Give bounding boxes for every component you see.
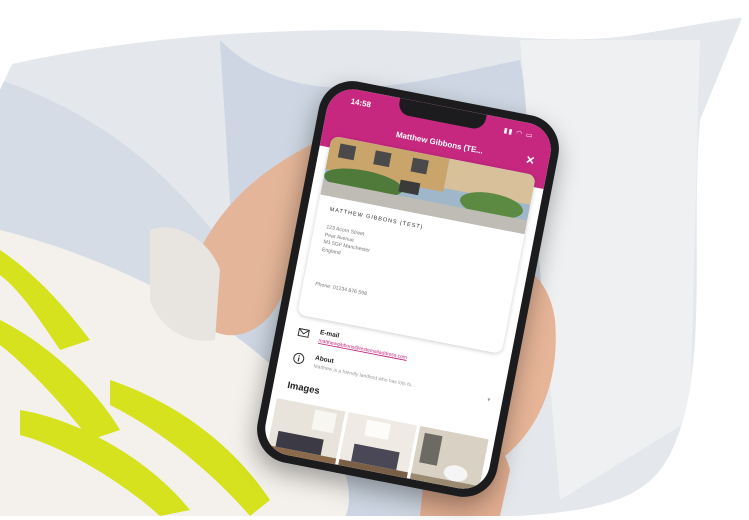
agent-card: MATTHEW GIBBONS (TEST) 123 Acorn Street … bbox=[297, 135, 537, 354]
status-icons: ▮▮ ◠ ▭ bbox=[502, 127, 535, 141]
info-icon bbox=[293, 352, 305, 364]
chevron-down-icon[interactable]: ▾ bbox=[487, 396, 491, 403]
agent-phone[interactable]: Phone: 01234 876 598 bbox=[315, 281, 368, 297]
envelope-icon bbox=[297, 327, 310, 338]
status-time: 14:58 bbox=[349, 96, 372, 110]
images-heading: Images bbox=[286, 379, 321, 397]
agent-address: 123 Acorn Street Pear Avenue M1 5GF Manc… bbox=[321, 224, 373, 262]
close-icon[interactable]: ✕ bbox=[524, 153, 536, 168]
photo-scene: 14:58 ▮▮ ◠ ▭ Matthew Gibbons (TE... ✕ MA… bbox=[0, 0, 749, 520]
